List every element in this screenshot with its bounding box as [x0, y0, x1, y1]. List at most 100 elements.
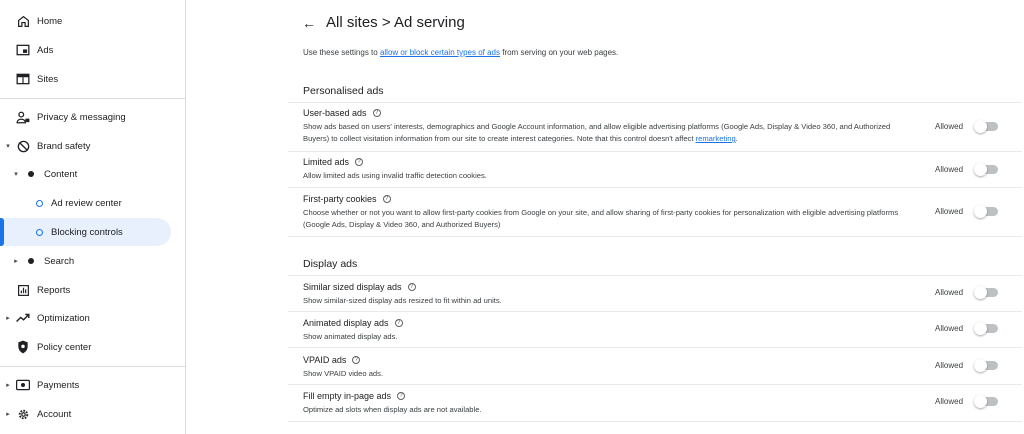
sidebar-item-ad-review-center[interactable]: Ad review center	[0, 190, 186, 216]
setting-description: Show VPAID video ads.	[303, 369, 384, 378]
sidebar-item-label: Brand safety	[37, 140, 91, 152]
setting-row-limited-ads: Limited ads? Allow limited ads using inv…	[303, 157, 1003, 182]
sidebar-item-label: Search	[44, 255, 75, 267]
setting-title: VPAID ads	[303, 355, 347, 365]
sidebar-divider	[0, 98, 186, 99]
help-icon[interactable]: ?	[382, 195, 391, 203]
setting-row-user-based-ads: User-based ads? Show ads based on users'…	[303, 108, 1003, 145]
setting-description: Show similar-sized display ads resized t…	[303, 296, 502, 305]
row-divider	[288, 384, 1022, 385]
help-icon[interactable]: ?	[372, 109, 381, 117]
setting-row-similar-sized-display-ads: Similar sized display ads? Show similar-…	[303, 282, 1003, 307]
caret-right-icon: ▸	[6, 411, 10, 418]
privacy-icon	[16, 110, 30, 124]
setting-title: Fill empty in-page ads	[303, 391, 392, 401]
status-label: Allowed	[935, 165, 964, 174]
setting-description: Show ads based on users' interests, demo…	[303, 122, 891, 143]
fill-empty-in-page-ads-toggle[interactable]	[974, 395, 998, 408]
setting-title: First-party cookies	[303, 194, 377, 204]
sidebar-item-label: Ads	[37, 44, 54, 56]
sidebar-item-payments[interactable]: ▸ Payments	[0, 372, 186, 398]
setting-description: Optimize ad slots when display ads are n…	[303, 405, 482, 414]
sidebar-item-home[interactable]: Home	[0, 8, 186, 34]
sidebar-item-blocking-controls[interactable]: Blocking controls	[0, 218, 171, 246]
help-icon[interactable]: ?	[352, 356, 361, 364]
allow-block-ads-link[interactable]: allow or block certain types of ads	[380, 48, 500, 57]
section-title-display-ads: Display ads	[303, 258, 358, 270]
row-divider	[288, 151, 1022, 152]
setting-row-first-party-cookies: First-party cookies? Choose whether or n…	[303, 194, 1003, 231]
row-divider	[288, 347, 1022, 348]
row-divider	[288, 187, 1022, 188]
sidebar-item-label: Ad review center	[51, 197, 122, 209]
sidebar-item-label: Optimization	[37, 312, 90, 324]
section-title-personalised-ads: Personalised ads	[303, 85, 384, 97]
sidebar-item-label: Privacy & messaging	[37, 111, 126, 123]
caret-right-icon: ▸	[6, 315, 10, 322]
similar-sized-display-ads-toggle[interactable]	[974, 286, 998, 299]
status-label: Allowed	[935, 361, 964, 370]
remarketing-link[interactable]: remarketing	[696, 134, 736, 143]
sidebar-item-label: Reports	[37, 284, 71, 296]
sidebar-item-optimization[interactable]: ▸ Optimization	[0, 305, 186, 331]
sidebar-item-brand-safety[interactable]: ▾ Brand safety	[0, 133, 186, 159]
caret-right-icon: ▸	[14, 258, 18, 265]
help-icon[interactable]: ?	[394, 319, 403, 327]
user-based-ads-toggle[interactable]	[974, 120, 998, 133]
caret-right-icon: ▸	[6, 382, 10, 389]
dot-icon	[24, 254, 38, 268]
intro-text: Use these settings to allow or block cer…	[303, 48, 619, 57]
sidebar-item-label: Home	[37, 15, 63, 27]
section-divider	[288, 275, 1022, 276]
status-label: Allowed	[935, 207, 964, 216]
row-divider	[288, 236, 1022, 237]
animated-display-ads-toggle[interactable]	[974, 322, 998, 335]
sidebar-item-label: Sites	[37, 73, 59, 85]
dot-icon	[24, 167, 38, 181]
status-label: Allowed	[935, 324, 964, 333]
sidebar-item-sites[interactable]: Sites	[0, 66, 186, 92]
sites-icon	[16, 72, 30, 86]
help-icon[interactable]: ?	[355, 158, 364, 166]
reports-icon	[16, 283, 30, 297]
sidebar-item-account[interactable]: ▸ Account	[0, 401, 186, 427]
sidebar-item-reports[interactable]: Reports	[0, 277, 186, 303]
setting-title: Limited ads	[303, 157, 350, 167]
limited-ads-toggle[interactable]	[974, 163, 998, 176]
page-header: ← All sites > Ad serving	[302, 14, 465, 31]
sidebar-item-search[interactable]: ▸ Search	[0, 248, 186, 274]
shield-icon	[16, 340, 30, 354]
sidebar: Home Ads Sites Privacy & messaging ▾ Bra…	[0, 0, 186, 434]
ads-icon	[16, 43, 30, 57]
sidebar-item-policy-center[interactable]: Policy center	[0, 334, 186, 360]
setting-row-vpaid-ads: VPAID ads? Show VPAID video ads.	[303, 355, 1003, 380]
row-divider	[288, 421, 1022, 422]
back-arrow-icon[interactable]: ←	[302, 15, 316, 31]
help-icon[interactable]: ?	[397, 392, 406, 400]
sidebar-item-privacy-messaging[interactable]: Privacy & messaging	[0, 104, 186, 130]
ring-icon	[32, 225, 46, 239]
payments-icon	[16, 378, 30, 392]
ring-icon	[32, 196, 46, 210]
block-icon	[16, 139, 30, 153]
caret-down-icon: ▾	[6, 143, 10, 150]
status-label: Allowed	[935, 397, 964, 406]
sidebar-item-content[interactable]: ▾ Content	[0, 161, 186, 187]
setting-row-animated-display-ads: Animated display ads? Show animated disp…	[303, 318, 1003, 343]
sidebar-divider	[0, 366, 186, 367]
first-party-cookies-toggle[interactable]	[974, 205, 998, 218]
sidebar-item-ads[interactable]: Ads	[0, 37, 186, 63]
sidebar-item-label: Payments	[37, 379, 80, 391]
row-divider	[288, 311, 1022, 312]
vpaid-ads-toggle[interactable]	[974, 359, 998, 372]
section-divider	[288, 102, 1022, 103]
setting-description: Allow limited ads using invalid traffic …	[303, 171, 487, 180]
sidebar-item-label: Blocking controls	[51, 226, 123, 238]
page-title: All sites > Ad serving	[326, 14, 465, 31]
setting-title: Similar sized display ads	[303, 282, 402, 292]
main-content: ← All sites > Ad serving Use these setti…	[186, 0, 1024, 434]
sidebar-item-label: Content	[44, 168, 78, 180]
trending-icon	[16, 311, 30, 325]
help-icon[interactable]: ?	[407, 283, 416, 291]
sidebar-item-label: Policy center	[37, 341, 92, 353]
